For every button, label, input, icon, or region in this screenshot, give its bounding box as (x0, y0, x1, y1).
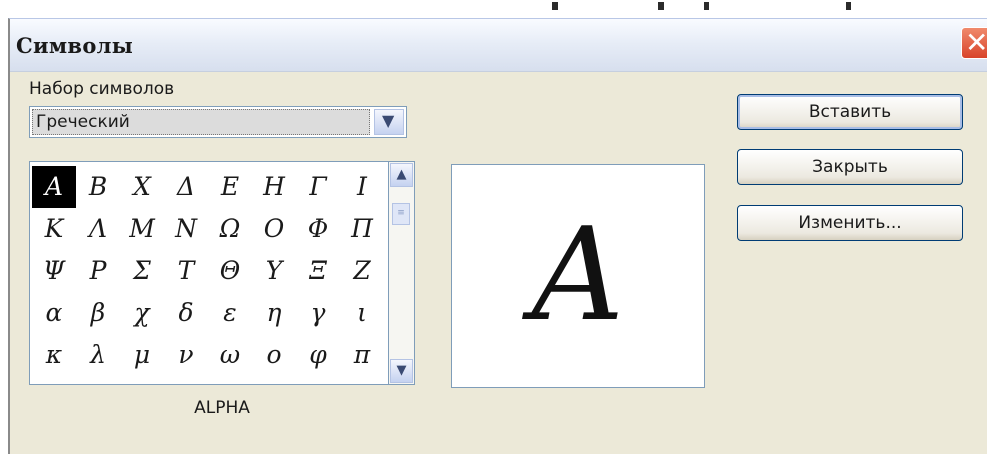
symbol-cell[interactable]: Ψ (32, 250, 76, 292)
symbol-cell[interactable]: Ν (164, 208, 208, 250)
symbol-cell[interactable]: Ι (340, 166, 384, 208)
close-button[interactable]: ✕ (961, 26, 987, 59)
symbol-cell[interactable]: Η (252, 166, 296, 208)
symbol-cell[interactable]: Χ (120, 166, 164, 208)
symbol-cell[interactable]: Ζ (340, 250, 384, 292)
chevron-down-icon: ▼ (396, 363, 407, 378)
symbol-cell[interactable]: Σ (120, 250, 164, 292)
chevron-down-icon: ▼ (382, 111, 395, 130)
close-dialog-button[interactable]: Закрыть (737, 149, 963, 185)
background-mark (552, 2, 558, 10)
symbol-cell[interactable]: Β (76, 166, 120, 208)
symbol-cell[interactable]: α (32, 292, 76, 334)
scroll-down-button[interactable]: ▼ (390, 359, 413, 383)
chevron-up-icon: ▲ (396, 167, 407, 182)
symbol-cell[interactable]: ω (208, 334, 252, 376)
symbol-cell[interactable]: Μ (120, 208, 164, 250)
symbol-cell[interactable]: Γ (296, 166, 340, 208)
symbol-preview: A (451, 164, 705, 388)
symbol-cell[interactable]: π (340, 334, 384, 376)
symbol-cell[interactable]: φ (296, 334, 340, 376)
symbol-cell[interactable]: γ (296, 292, 340, 334)
charset-dropdown-button[interactable]: ▼ (374, 109, 404, 135)
symbol-cell[interactable]: β (76, 292, 120, 334)
symbol-cell[interactable]: Δ (164, 166, 208, 208)
symbol-cell[interactable]: δ (164, 292, 208, 334)
charset-value: Греческий (32, 109, 370, 135)
symbol-cell[interactable]: Υ (252, 250, 296, 292)
charset-select[interactable]: Греческий ▼ (29, 106, 407, 138)
symbol-cell[interactable]: Π (340, 208, 384, 250)
scroll-thumb[interactable]: ≡ (392, 203, 410, 225)
background-mark (846, 2, 851, 10)
background-mark (704, 2, 709, 10)
symbol-cell[interactable]: Ω (208, 208, 252, 250)
symbol-cell[interactable]: η (252, 292, 296, 334)
symbol-cell[interactable]: ν (164, 334, 208, 376)
symbol-cell[interactable]: χ (120, 292, 164, 334)
symbol-cell[interactable]: Ρ (76, 250, 120, 292)
modify-button[interactable]: Изменить... (737, 205, 963, 241)
window-title: Символы (16, 33, 134, 58)
symbol-cell[interactable]: Κ (32, 208, 76, 250)
close-icon: ✕ (965, 26, 987, 59)
symbol-cell[interactable]: Ξ (296, 250, 340, 292)
symbol-cell[interactable]: ο (252, 334, 296, 376)
symbol-cell[interactable]: Λ (76, 208, 120, 250)
background-strip (0, 0, 987, 18)
scroll-up-button[interactable]: ▲ (390, 163, 413, 187)
symbol-cell[interactable]: Ο (252, 208, 296, 250)
symbol-cell[interactable]: Τ (164, 250, 208, 292)
symbol-cell[interactable]: Α (32, 166, 76, 208)
symbol-cell[interactable]: Φ (296, 208, 340, 250)
charset-label: Набор символов (29, 79, 175, 99)
character-name: ALPHA (194, 398, 250, 418)
symbol-cell[interactable]: ε (208, 292, 252, 334)
symbol-cell[interactable]: μ (120, 334, 164, 376)
symbol-cell[interactable]: Ε (208, 166, 252, 208)
title-bar[interactable]: Символы ✕ (10, 19, 987, 72)
symbol-cell[interactable]: λ (76, 334, 120, 376)
insert-button[interactable]: Вставить (737, 94, 963, 130)
symbol-cell[interactable]: Θ (208, 250, 252, 292)
symbol-cell[interactable]: κ (32, 334, 76, 376)
preview-character: A (531, 201, 625, 350)
background-mark (658, 2, 664, 10)
symbol-grid[interactable]: ΑΒΧΔΕΗΓΙ ΚΛΜΝΩΟΦΠ ΨΡΣΤΘΥΞΖαβχδεηγι κλμνωοφπ (29, 161, 389, 385)
symbol-scrollbar[interactable]: ▲ ≡ ▼ (389, 161, 415, 385)
symbol-cell[interactable]: ι (340, 292, 384, 334)
